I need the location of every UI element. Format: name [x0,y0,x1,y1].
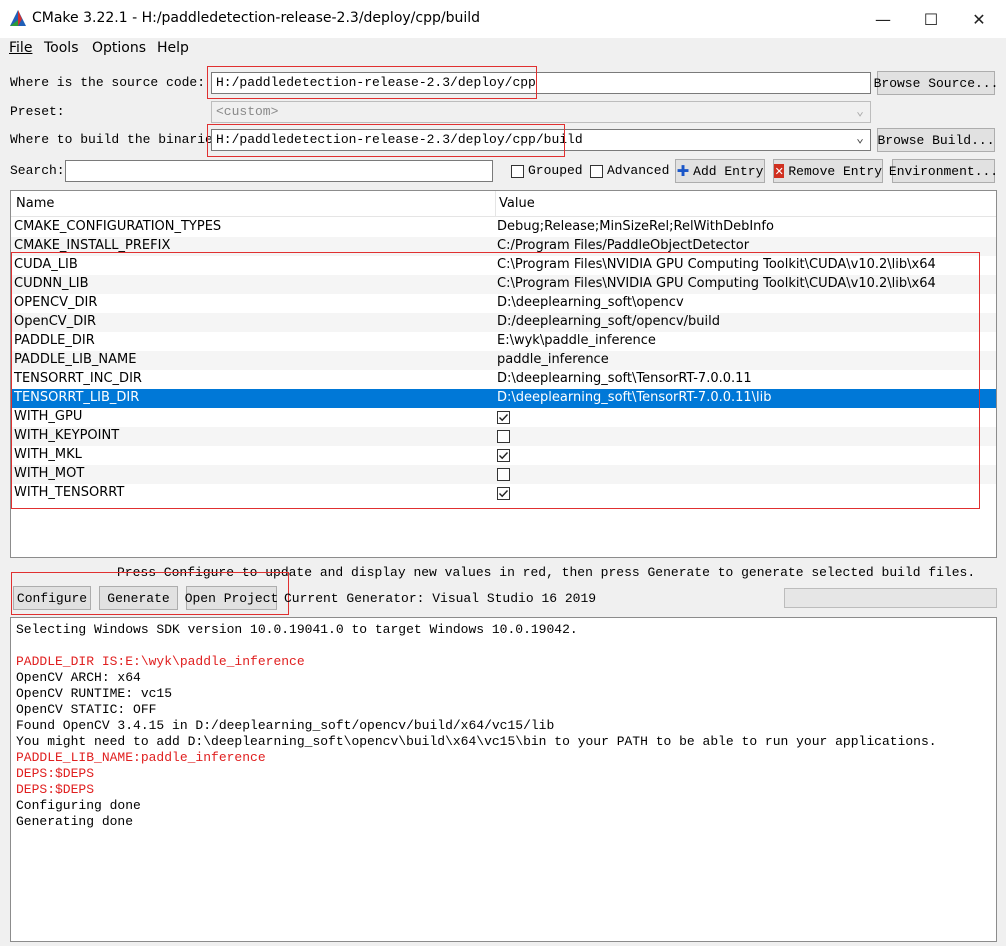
table-row[interactable]: CMAKE_CONFIGURATION_TYPES Debug;Release;M… [11,218,996,237]
log-line: Found OpenCV 3.4.15 in D:/deeplearning_s… [16,718,555,733]
add-entry-label: Add Entry [693,163,764,179]
preset-value: <custom> [216,104,279,119]
minimize-button[interactable]: — [860,0,906,38]
menu-options[interactable]: Options [92,40,146,56]
variables-highlight-box [11,252,980,509]
grouped-label: Grouped [528,163,583,178]
binaries-highlight-box [207,124,565,157]
log-line: Configuring done [16,798,141,813]
remove-x-icon: ✕ [774,164,785,178]
search-input[interactable] [65,160,493,182]
add-entry-button[interactable]: ✚ Add Entry [675,159,765,183]
log-line: OpenCV ARCH: x64 [16,670,141,685]
cache-entry-name: CMAKE_CONFIGURATION_TYPES [14,219,222,234]
maximize-button[interactable]: ☐ [908,0,954,38]
advanced-label: Advanced [607,163,670,178]
grouped-checkbox[interactable] [511,165,524,178]
environment-button[interactable]: Environment... [889,159,998,183]
remove-entry-button[interactable]: ✕ Remove Entry [773,159,883,183]
search-label: Search: [10,163,65,178]
log-line: Generating done [16,814,134,829]
plus-icon: ✚ [676,162,690,180]
menu-tools-label: Tools [44,40,79,56]
browse-build-button[interactable]: Browse Build... [877,128,995,152]
close-button[interactable]: ✕ [956,0,1002,38]
title-bar: CMake 3.22.1 - H:/paddledetection-releas… [0,0,1006,38]
log-line: Selecting Windows SDK version 10.0.19041… [16,622,578,637]
menu-help[interactable]: Help [157,40,189,56]
log-line: DEPS:$DEPS [16,782,95,797]
cmake-logo-icon [10,10,26,26]
cache-entry-name: CMAKE_INSTALL_PREFIX [14,238,171,253]
menu-tools[interactable]: Tools [44,40,79,56]
chevron-down-icon[interactable]: ⌄ [856,131,864,146]
source-highlight-box [207,66,537,99]
log-line: PADDLE_DIR IS:E:\wyk\paddle_inference [16,654,305,669]
menu-help-label: Help [157,40,189,56]
cache-entry-value[interactable]: Debug;Release;MinSizeRel;RelWithDebInfo [497,219,774,234]
menu-options-label: Options [92,40,147,56]
source-label: Where is the source code: [10,75,206,90]
output-log[interactable]: Selecting Windows SDK version 10.0.19041… [10,617,997,942]
log-line: DEPS:$DEPS [16,766,95,781]
advanced-checkbox[interactable] [590,165,603,178]
actions-highlight-box [11,572,289,615]
column-header-name[interactable]: Name [16,196,54,211]
current-generator-label: Current Generator: Visual Studio 16 2019 [284,591,597,606]
preset-label: Preset: [10,104,65,119]
column-divider [495,191,496,217]
binaries-label: Where to build the binaries: [10,132,229,147]
progress-bar [784,588,997,608]
menu-file-label: File [9,40,33,56]
log-line: OpenCV STATIC: OFF [16,702,157,717]
cache-entry-value[interactable]: C:/Program Files/PaddleObjectDetector [497,238,749,253]
log-line: PADDLE_LIB_NAME:paddle_inference [16,750,266,765]
browse-source-button[interactable]: Browse Source... [874,71,998,95]
chevron-down-icon: ⌄ [856,104,864,119]
column-header-value[interactable]: Value [499,196,535,211]
menu-file[interactable]: File [9,40,32,56]
window-title: CMake 3.22.1 - H:/paddledetection-releas… [32,10,480,26]
preset-select[interactable]: <custom> ⌄ [211,101,871,123]
log-line: OpenCV RUNTIME: vc15 [16,686,173,701]
remove-entry-label: Remove Entry [788,163,882,179]
log-line: You might need to add D:\deeplearning_so… [16,734,937,749]
table-header: Name Value [11,191,996,217]
